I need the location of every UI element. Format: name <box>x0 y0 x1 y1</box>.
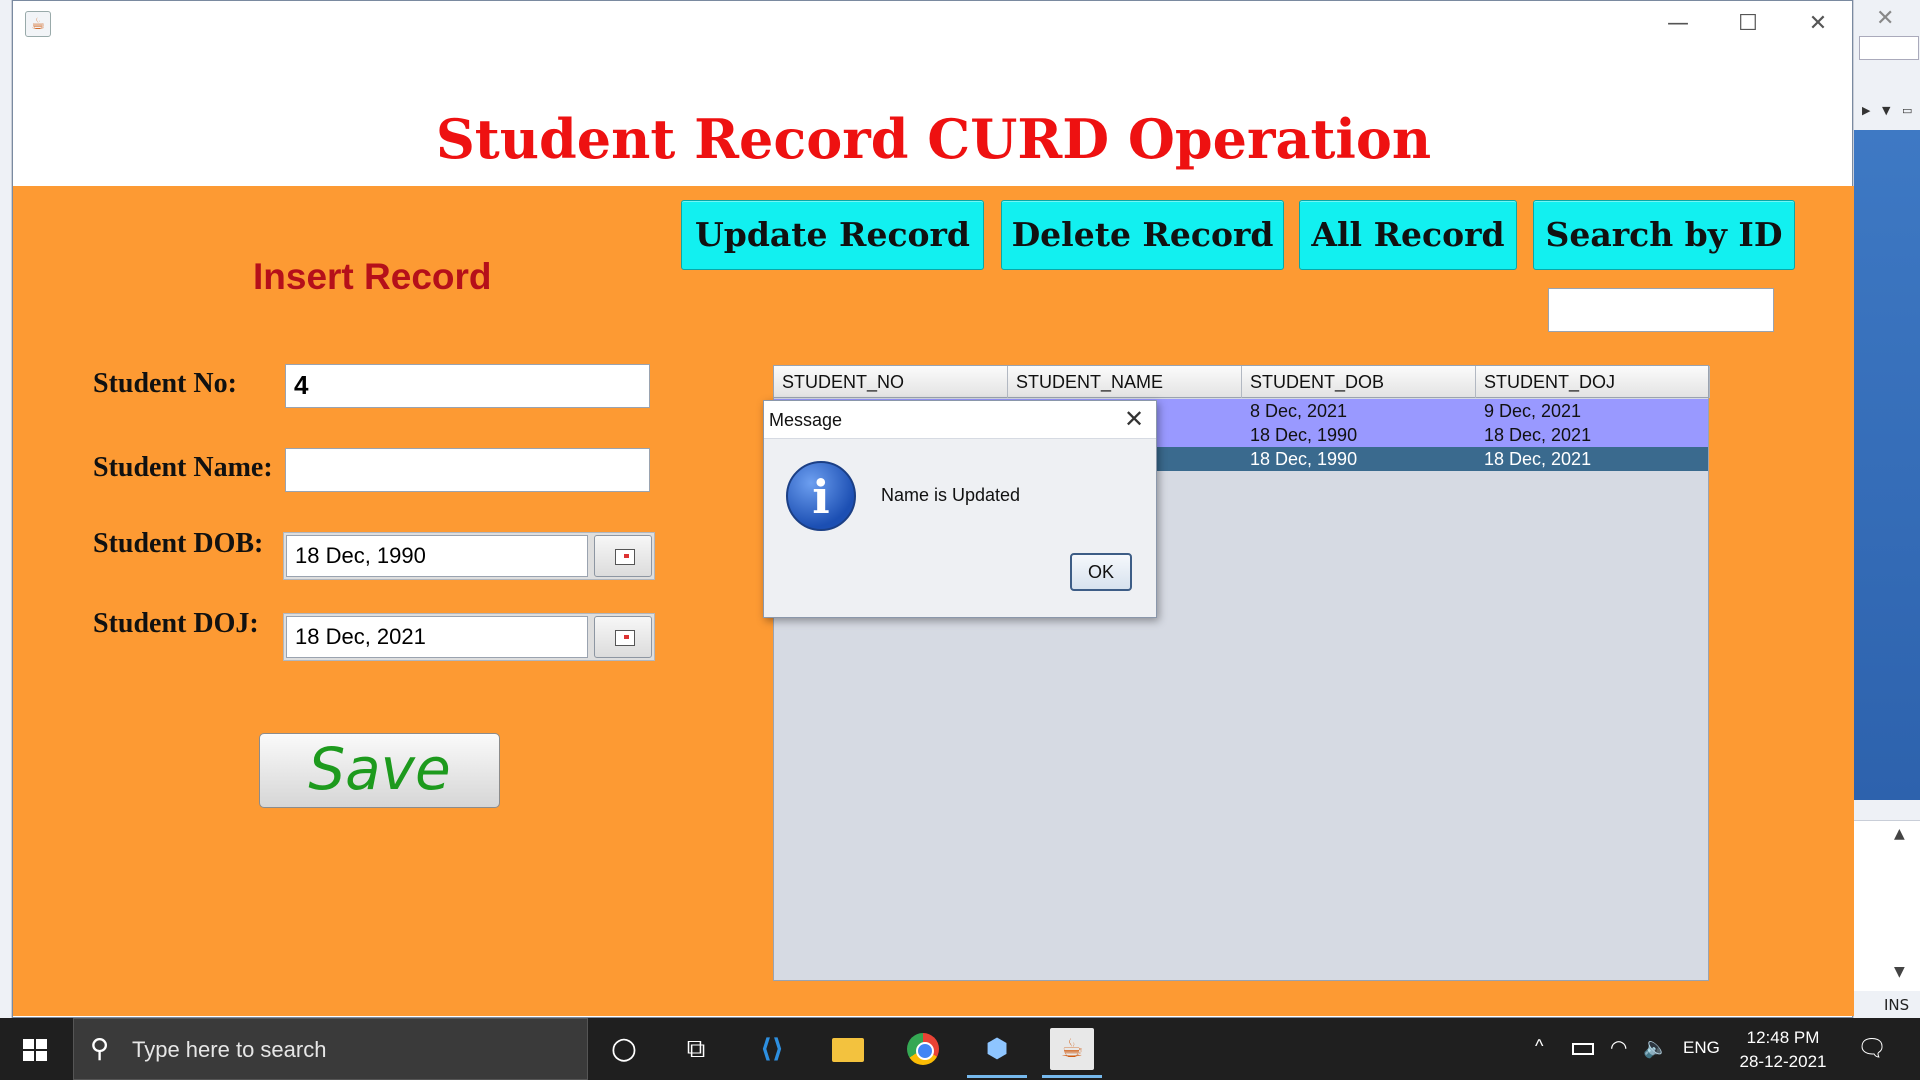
clock-date: 28-12-2021 <box>1739 1052 1827 1071</box>
ide-maximize-icon[interactable]: ▭ <box>1902 104 1912 117</box>
taskbar: ⚲ Type here to search ○ ⧉ ⟨⟩ ⬢ ☕ ^ ◠ 🔈 E… <box>0 1018 1920 1080</box>
dob-date-input[interactable]: 18 Dec, 1990 <box>286 535 588 577</box>
ide-chevron-down-icon[interactable]: ▼ <box>1882 104 1890 117</box>
delete-record-button[interactable]: Delete Record <box>1001 200 1284 270</box>
wifi-icon[interactable]: ◠ <box>1610 1035 1627 1060</box>
dob-date-picker: 18 Dec, 1990 <box>283 532 655 580</box>
java-icon[interactable]: ☕ <box>1042 1028 1102 1078</box>
update-record-button[interactable]: Update Record <box>681 200 984 270</box>
title-bar: ☕ — ☐ ✕ Student Record CURD Operation <box>13 1 1852 186</box>
ide-right-panel: ✕ ▶ ▼ ▭ ▲ ▼ INS <box>1853 0 1920 1018</box>
dialog-title: Message <box>769 410 843 430</box>
all-record-button[interactable]: All Record <box>1299 200 1517 270</box>
insert-record-heading: Insert Record <box>253 256 492 297</box>
search-placeholder: Type here to search <box>132 1037 327 1062</box>
search-icon: ⚲ <box>90 1034 110 1064</box>
info-icon: i <box>786 461 856 531</box>
ide-status-ins: INS <box>1884 996 1910 1014</box>
dob-calendar-button[interactable] <box>594 535 652 577</box>
windows-logo-icon <box>23 1039 47 1061</box>
task-view-icon[interactable]: ⧉ <box>674 1028 718 1070</box>
student-doj-label: Student DOJ: <box>93 608 259 639</box>
scroll-up-icon[interactable]: ▲ <box>1894 826 1905 842</box>
scroll-down-icon[interactable]: ▼ <box>1894 964 1905 980</box>
start-button[interactable] <box>0 1018 72 1080</box>
cell-doj: 18 Dec, 2021 <box>1484 449 1592 469</box>
cell-dob: 8 Dec, 2021 <box>1250 401 1348 421</box>
dialog-close-icon[interactable]: ✕ <box>1116 403 1152 435</box>
doj-date-picker: 18 Dec, 2021 <box>283 613 655 661</box>
dialog-title-bar: Message ✕ <box>764 401 1156 439</box>
student-name-label: Student Name: <box>93 452 273 483</box>
battery-icon[interactable] <box>1572 1043 1594 1055</box>
ide-left-gutter <box>0 0 12 1018</box>
table-header: STUDENT_NO STUDENT_NAME STUDENT_DOB STUD… <box>774 366 1710 398</box>
volume-icon[interactable]: 🔈 <box>1643 1035 1668 1060</box>
dialog-message: Name is Updated <box>881 485 1021 505</box>
search-id-input[interactable] <box>1548 288 1774 332</box>
virtualbox-icon[interactable]: ⬢ <box>967 1028 1027 1078</box>
tray-chevron-up-icon[interactable]: ^ <box>1535 1036 1543 1057</box>
cell-doj: 18 Dec, 2021 <box>1484 425 1592 445</box>
page-title: Student Record CURD Operation <box>435 107 1432 171</box>
ide-output-panel <box>1854 820 1920 991</box>
ide-blue-panel <box>1854 130 1920 800</box>
save-button[interactable]: Save <box>259 733 500 808</box>
column-header[interactable]: STUDENT_DOJ <box>1476 366 1710 398</box>
calendar-icon <box>615 549 635 565</box>
student-dob-label: Student DOB: <box>93 528 264 559</box>
clock-time: 12:48 PM <box>1746 1028 1820 1047</box>
maximize-button[interactable]: ☐ <box>1726 9 1770 39</box>
doj-date-input[interactable]: 18 Dec, 2021 <box>286 616 588 658</box>
student-no-input[interactable]: 4 <box>285 364 650 408</box>
file-explorer-icon[interactable] <box>826 1028 870 1070</box>
ide-close-icon[interactable]: ✕ <box>1876 6 1894 31</box>
column-header[interactable]: STUDENT_NAME <box>1008 366 1242 398</box>
ide-input-box[interactable] <box>1859 36 1919 60</box>
search-by-id-button[interactable]: Search by ID <box>1533 200 1795 270</box>
message-dialog: Message ✕ i Name is Updated OK <box>763 400 1157 618</box>
cell-doj: 9 Dec, 2021 <box>1484 401 1582 421</box>
doj-calendar-button[interactable] <box>594 616 652 658</box>
calendar-icon <box>615 630 635 646</box>
close-button[interactable]: ✕ <box>1796 9 1840 39</box>
ide-arrow-icon[interactable]: ▶ <box>1862 104 1870 117</box>
cell-dob: 18 Dec, 1990 <box>1250 425 1358 445</box>
column-header[interactable]: STUDENT_DOB <box>1242 366 1476 398</box>
cell-dob: 18 Dec, 1990 <box>1250 449 1358 469</box>
language-indicator[interactable]: ENG <box>1683 1038 1720 1058</box>
clock[interactable]: 12:48 PM 28-12-2021 <box>1728 1026 1838 1074</box>
java-app-icon: ☕ <box>25 11 51 37</box>
cortana-icon[interactable]: ○ <box>602 1028 646 1070</box>
student-name-input[interactable] <box>285 448 650 492</box>
ok-button[interactable]: OK <box>1070 553 1132 591</box>
taskbar-search[interactable]: ⚲ Type here to search <box>73 1018 588 1080</box>
minimize-button[interactable]: — <box>1656 9 1700 39</box>
column-header[interactable]: STUDENT_NO <box>774 366 1008 398</box>
student-no-label: Student No: <box>93 368 237 399</box>
notifications-icon[interactable]: 🗨 <box>1857 1034 1887 1063</box>
vscode-icon[interactable]: ⟨⟩ <box>750 1028 794 1070</box>
chrome-icon[interactable] <box>900 1028 944 1070</box>
